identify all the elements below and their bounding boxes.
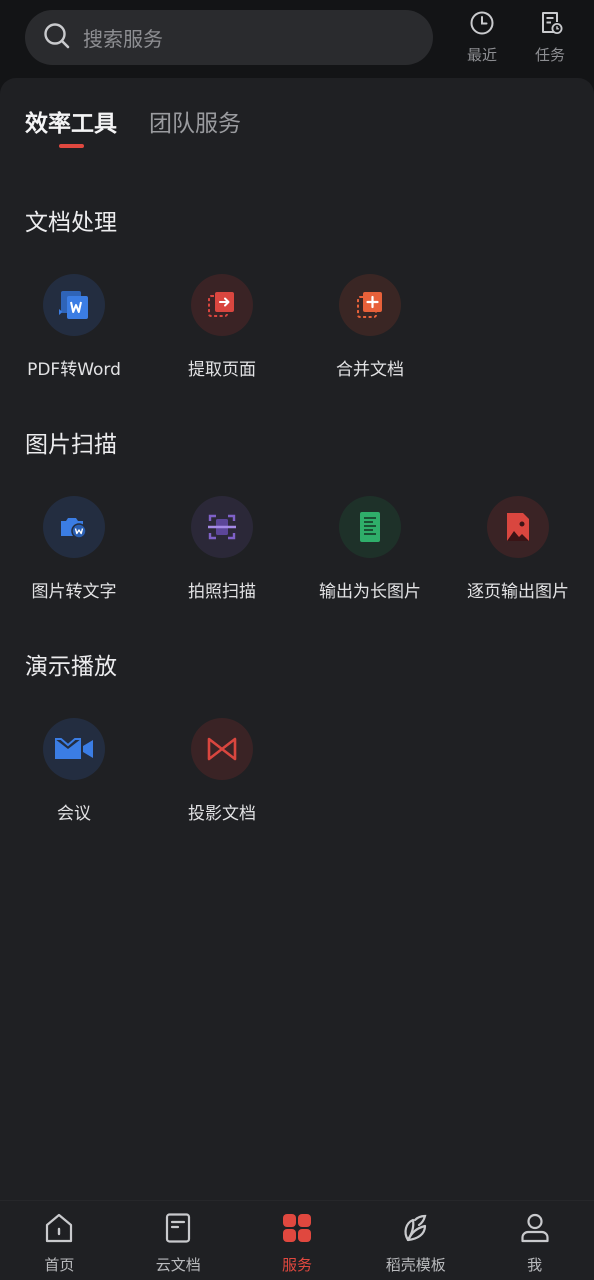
nav-label: 我 — [527, 1256, 543, 1274]
recent-label: 最近 — [466, 46, 497, 64]
merge-doc-icon — [339, 274, 401, 336]
bottom-navigation: 首页 云文档 服务 稻壳模板 我 — [0, 1200, 594, 1280]
tool-project-document[interactable]: 投影文档 — [148, 718, 296, 824]
nav-templates[interactable]: 稻壳模板 — [356, 1201, 475, 1280]
tab-team-services[interactable]: 团队服务 — [149, 104, 241, 138]
nav-cloud-docs[interactable]: 云文档 — [119, 1201, 238, 1280]
tool-label: 合并文档 — [336, 360, 404, 380]
tool-extract-pages[interactable]: 提取页面 — [148, 274, 296, 380]
tool-label: 提取页面 — [188, 360, 256, 380]
tool-label: 投影文档 — [188, 804, 256, 824]
tool-pdf-to-word[interactable]: PDF转Word — [0, 274, 148, 380]
task-list-icon — [537, 10, 563, 40]
nav-me[interactable]: 我 — [475, 1201, 594, 1280]
projection-icon — [191, 718, 253, 780]
user-icon — [519, 1212, 551, 1248]
tool-label: PDF转Word — [27, 360, 121, 380]
section-title-presentation: 演示播放 — [25, 654, 117, 680]
pdf-to-word-icon — [43, 274, 105, 336]
nav-home[interactable]: 首页 — [0, 1201, 119, 1280]
section-title-image-scan: 图片扫描 — [25, 432, 117, 458]
nav-label: 首页 — [44, 1256, 75, 1274]
nav-label: 服务 — [281, 1256, 312, 1274]
tool-merge-docs[interactable]: 合并文档 — [296, 274, 444, 380]
tool-photo-scan[interactable]: 拍照扫描 — [148, 496, 296, 602]
extract-page-icon — [191, 274, 253, 336]
apps-grid-icon — [281, 1212, 313, 1248]
tool-label: 输出为长图片 — [319, 582, 421, 602]
scan-icon — [191, 496, 253, 558]
recent-button[interactable]: 最近 — [457, 10, 507, 65]
long-image-icon — [339, 496, 401, 558]
tool-label: 会议 — [57, 804, 91, 824]
image-to-text-icon — [43, 496, 105, 558]
top-bar: 搜索服务 最近 任务 — [0, 0, 594, 78]
tool-page-by-page-image[interactable]: 逐页输出图片 — [444, 496, 592, 602]
page-image-icon — [487, 496, 549, 558]
search-input[interactable]: 搜索服务 — [25, 10, 433, 65]
section-title-doc-processing: 文档处理 — [25, 210, 117, 236]
tab-efficiency-tools[interactable]: 效率工具 — [25, 104, 117, 138]
cloud-doc-icon — [162, 1212, 194, 1248]
nav-label: 云文档 — [155, 1256, 201, 1274]
active-tab-indicator — [59, 144, 84, 148]
nav-services[interactable]: 服务 — [238, 1201, 357, 1280]
search-icon — [43, 22, 71, 54]
tool-label: 拍照扫描 — [188, 582, 256, 602]
tool-label: 逐页输出图片 — [467, 582, 569, 602]
nav-label: 稻壳模板 — [385, 1256, 446, 1274]
tool-image-to-text[interactable]: 图片转文字 — [0, 496, 148, 602]
home-icon — [43, 1212, 75, 1248]
services-panel: 效率工具 团队服务 文档处理 PDF转Word 提取页面 合并文档 图片扫描 图… — [0, 78, 594, 1200]
tab-bar: 效率工具 团队服务 — [25, 104, 241, 138]
task-button[interactable]: 任务 — [525, 10, 575, 65]
task-label: 任务 — [534, 46, 565, 64]
tool-label: 图片转文字 — [31, 582, 117, 602]
tool-meeting[interactable]: 会议 — [0, 718, 148, 824]
meeting-icon — [43, 718, 105, 780]
search-placeholder: 搜索服务 — [83, 27, 163, 51]
leaf-icon — [400, 1212, 432, 1248]
tool-export-long-image[interactable]: 输出为长图片 — [296, 496, 444, 602]
clock-icon — [469, 10, 495, 40]
